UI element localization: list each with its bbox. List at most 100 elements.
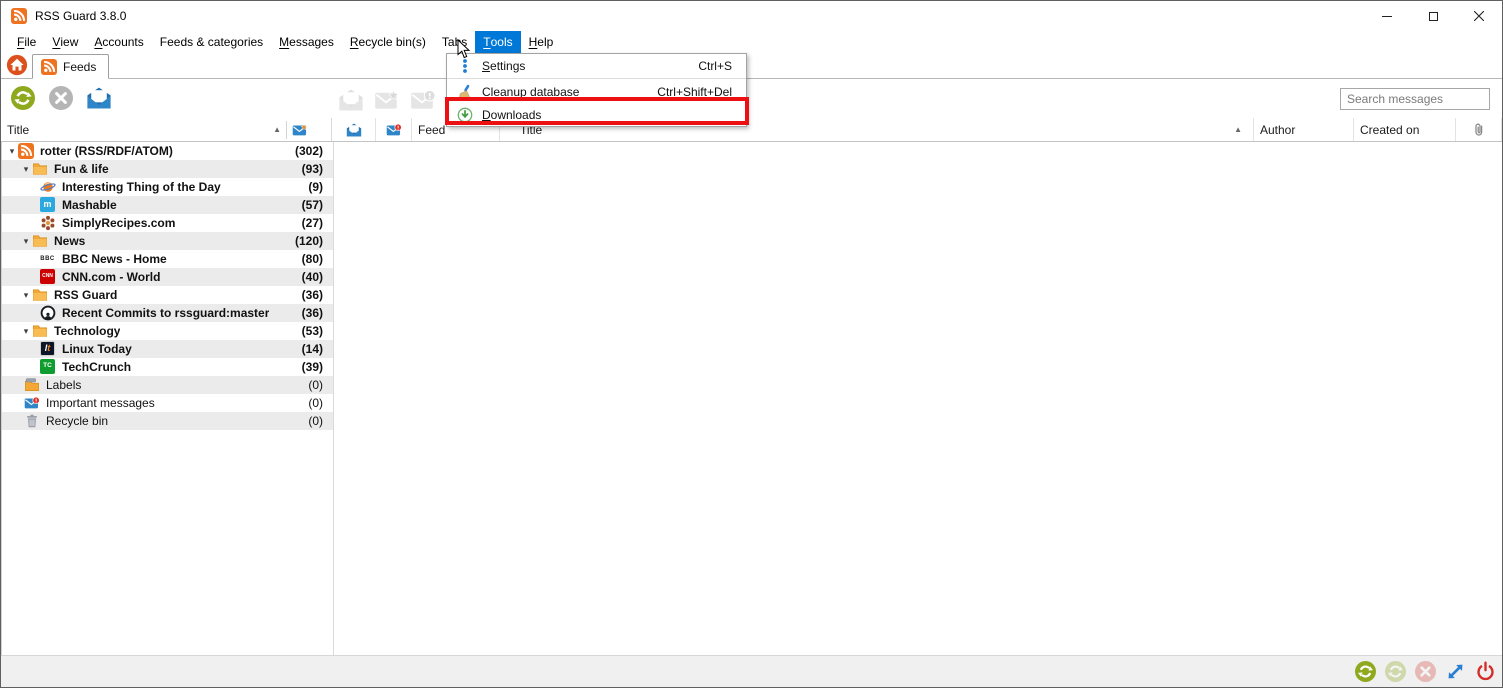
feed-title: BBC News - Home xyxy=(62,252,167,266)
counts-column-header[interactable] xyxy=(287,122,331,138)
feed-unread-count: (40) xyxy=(302,270,333,284)
feed-title: Linux Today xyxy=(62,342,132,356)
feed-row-linux-today[interactable]: lt Linux Today (14) xyxy=(2,340,333,358)
downloads-annotation-box xyxy=(445,97,749,125)
feed-unread-count: (36) xyxy=(302,306,333,320)
feed-title: TechCrunch xyxy=(62,360,131,374)
maximize-button[interactable] xyxy=(1410,1,1456,31)
menu-item-accounts[interactable]: Accounts xyxy=(86,31,151,53)
feed-row-cnn-com-world[interactable]: CNNCNN.com - World(40) xyxy=(2,268,333,286)
mouse-cursor xyxy=(457,39,470,59)
search-input[interactable] xyxy=(1340,88,1490,110)
menu-shortcut: Ctrl+S xyxy=(698,59,732,73)
feed-row-techcrunch[interactable]: TCTechCrunch(39) xyxy=(2,358,333,376)
feed-row-rotter-rss-rdf-atom[interactable]: ▾ rotter (RSS/RDF/ATOM) (302) xyxy=(2,142,333,160)
feed-list-header[interactable]: Title ▲ xyxy=(1,118,332,141)
close-icon xyxy=(1474,11,1484,21)
feed-unread-count: (120) xyxy=(295,234,333,248)
feed-unread-count: (0) xyxy=(308,396,333,410)
linuxtoday-icon: lt xyxy=(40,341,56,357)
mark-starred-button xyxy=(373,86,401,114)
tab-feeds[interactable]: Feeds xyxy=(32,54,109,79)
folder-icon xyxy=(32,323,48,339)
feed-title: Fun & life xyxy=(54,162,109,176)
window-title: RSS Guard 3.8.0 xyxy=(35,9,126,23)
envelope-important-blue-icon xyxy=(386,122,402,138)
column-label: Feed xyxy=(418,123,445,137)
importance-column[interactable] xyxy=(376,118,412,141)
mark-all-read-button[interactable] xyxy=(85,84,113,112)
menu-item-file[interactable]: File xyxy=(9,31,44,53)
mashable-icon: m xyxy=(40,197,56,213)
menu-separator xyxy=(447,78,746,79)
refresh-icon xyxy=(1385,661,1406,682)
menu-item-recycle-bin-s[interactable]: Recycle bin(s) xyxy=(342,31,434,53)
fullscreen-button[interactable] xyxy=(1444,661,1466,683)
menu-item-messages[interactable]: Messages xyxy=(271,31,342,53)
feed-row-recycle-bin[interactable]: Recycle bin(0) xyxy=(2,412,333,430)
sort-ascending-icon: ▲ xyxy=(273,125,281,134)
menu-item-help[interactable]: Help xyxy=(521,31,562,53)
menu-item-settings[interactable]: SettingsCtrl+S xyxy=(447,54,746,77)
feed-title: CNN.com - World xyxy=(62,270,160,284)
feed-row-mashable[interactable]: mMashable(57) xyxy=(2,196,333,214)
feed-unread-count: (302) xyxy=(295,144,333,158)
toolbar xyxy=(1,79,1502,118)
mark-important-button xyxy=(409,86,437,114)
list-headers: Title ▲ Feed Title ▲ AuthorCreated on xyxy=(1,118,1502,142)
expand-arrow[interactable]: ▾ xyxy=(20,286,32,304)
feed-title: rotter (RSS/RDF/ATOM) xyxy=(40,144,173,158)
author-column[interactable]: Author xyxy=(1254,118,1354,141)
rss-icon xyxy=(18,143,34,159)
feed-title: RSS Guard xyxy=(54,288,117,302)
feed-row-technology[interactable]: ▾Technology(53) xyxy=(2,322,333,340)
open-envelope-gray-icon xyxy=(338,88,364,112)
created-on-column[interactable]: Created on xyxy=(1354,118,1456,141)
feed-title-column[interactable]: Title xyxy=(1,123,29,137)
quit-button[interactable] xyxy=(1474,661,1496,683)
feed-row-labels[interactable]: Labels(0) xyxy=(2,376,333,394)
expand-arrow[interactable]: ▾ xyxy=(20,232,32,250)
update-all-feeds-button[interactable] xyxy=(9,84,37,112)
open-envelope-blue-icon xyxy=(86,86,112,110)
menu-item-tools[interactable]: Tools xyxy=(475,31,520,53)
minimize-button[interactable] xyxy=(1364,1,1410,31)
attachment-column[interactable] xyxy=(1456,118,1502,141)
tab-label: Feeds xyxy=(63,60,96,74)
feed-row-bbc-news-home[interactable]: BBCBBC News - Home(80) xyxy=(2,250,333,268)
menu-item-view[interactable]: View xyxy=(44,31,86,53)
menubar: FileViewAccountsFeeds & categoriesMessag… xyxy=(1,31,1502,53)
folder-icon xyxy=(32,161,48,177)
feed-title: Important messages xyxy=(46,396,155,410)
stop-update-button[interactable] xyxy=(47,84,75,112)
app-window: RSS Guard 3.8.0 FileViewAccountsFeeds & … xyxy=(0,0,1503,688)
feed-row-interesting-thing-of-the-day[interactable]: Interesting Thing of the Day(9) xyxy=(2,178,333,196)
window-controls xyxy=(1364,1,1502,31)
home-button[interactable] xyxy=(6,54,28,76)
feed-row-fun-life[interactable]: ▾Fun & life(93) xyxy=(2,160,333,178)
envelope-important-gray-icon xyxy=(410,88,436,112)
expand-arrow[interactable]: ▾ xyxy=(20,322,32,340)
message-list xyxy=(335,142,1502,655)
feed-row-important-messages[interactable]: Important messages (0) xyxy=(2,394,333,412)
rss-icon xyxy=(11,8,27,24)
feed-unread-count: (14) xyxy=(302,342,333,356)
feed-row-simplyrecipes-com[interactable]: SimplyRecipes.com(27) xyxy=(2,214,333,232)
feed-row-recent-commits-to-rssguard-master[interactable]: Recent Commits to rssguard:master(36) xyxy=(2,304,333,322)
expand-arrow[interactable]: ▾ xyxy=(20,160,32,178)
feed-row-rss-guard[interactable]: ▾RSS Guard(36) xyxy=(2,286,333,304)
close-button[interactable] xyxy=(1456,1,1502,31)
statusbar xyxy=(1,655,1502,687)
read-column[interactable] xyxy=(332,118,376,141)
update-feeds-button[interactable] xyxy=(1354,661,1376,683)
feed-unread-count: (39) xyxy=(302,360,333,374)
menu-item-feeds-categories[interactable]: Feeds & categories xyxy=(152,31,271,53)
mark-read-button xyxy=(337,86,365,114)
labels-icon xyxy=(24,377,40,393)
feed-row-news[interactable]: ▾News(120) xyxy=(2,232,333,250)
attachment-icon xyxy=(1471,122,1487,138)
expand-arrow[interactable]: ▾ xyxy=(6,142,18,160)
tabbar: Feeds xyxy=(1,53,1502,79)
feed-title: Technology xyxy=(54,324,120,338)
sort-ascending-icon: ▲ xyxy=(1234,125,1242,134)
